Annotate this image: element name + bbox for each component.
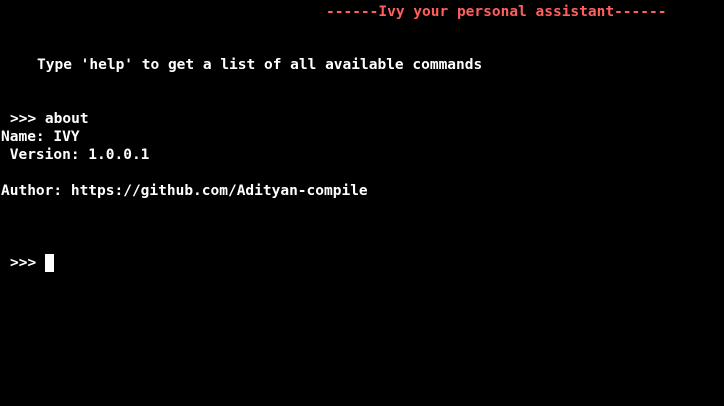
output-author: Author: https://github.com/Adityan-compi… <box>1 183 368 199</box>
output-name: Name: IVY <box>1 129 80 145</box>
text-cursor[interactable] <box>44 254 54 272</box>
banner-title: ------Ivy your personal assistant------ <box>326 4 667 20</box>
terminal-window[interactable]: ------Ivy your personal assistant------ … <box>0 0 724 406</box>
command-echo: >>> about <box>10 111 89 127</box>
help-hint-text: Type 'help' to get a list of all availab… <box>37 57 483 73</box>
output-version: Version: 1.0.0.1 <box>1 147 150 163</box>
command-input-line[interactable]: >>> <box>10 254 54 272</box>
prompt-symbol: >>> <box>10 255 45 271</box>
